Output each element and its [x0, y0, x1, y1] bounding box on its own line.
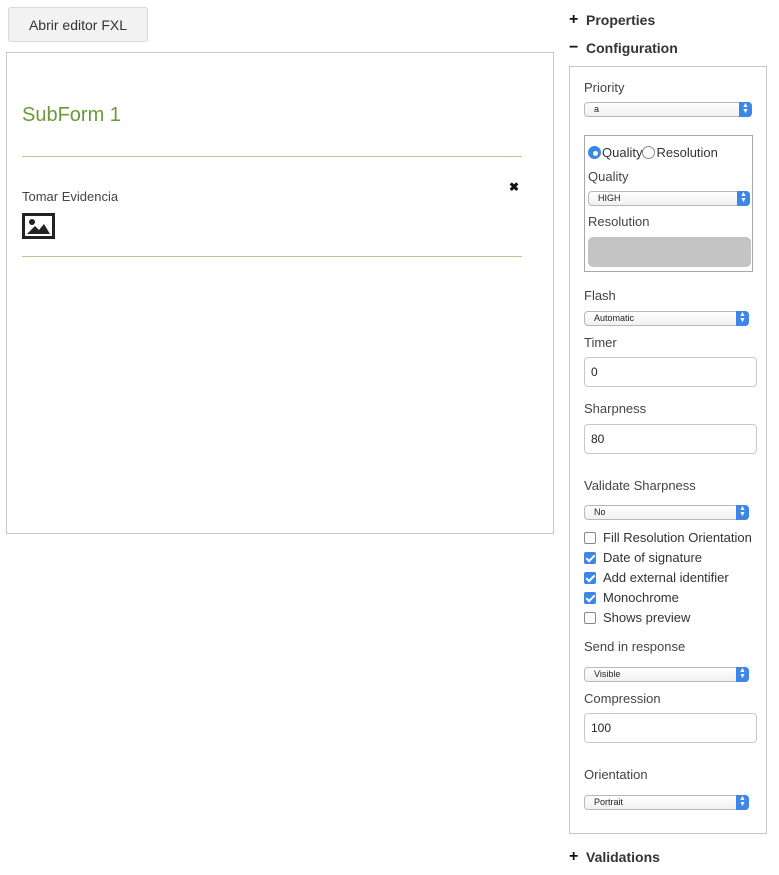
checkbox-label: Add external identifier	[603, 570, 729, 585]
subform-title: SubForm 1	[22, 104, 121, 126]
priority-label: Priority	[584, 80, 625, 95]
checkbox-add-external-identifier[interactable]: Add external identifier	[584, 570, 729, 585]
checkbox-label: Monochrome	[603, 590, 679, 605]
checkbox-label: Fill Resolution Orientation	[603, 530, 752, 545]
field-label: Tomar Evidencia	[22, 189, 119, 204]
validate-sharpness-value: No	[594, 507, 606, 517]
configuration-title: Configuration	[586, 40, 678, 56]
flash-label: Flash	[584, 288, 616, 303]
select-arrows-icon: ▲ ▼	[736, 795, 749, 810]
validations-section-header[interactable]: + Validations	[569, 848, 660, 866]
compression-label: Compression	[584, 691, 661, 706]
sharpness-label: Sharpness	[584, 401, 647, 416]
checkbox-date-of-signature[interactable]: Date of signature	[584, 550, 702, 565]
configuration-panel: Priority a ▲ ▼ Quality Resolution Quality…	[569, 66, 767, 834]
send-in-response-select[interactable]: Visible ▲ ▼	[584, 667, 749, 682]
plus-icon: +	[569, 11, 579, 28]
sharpness-input[interactable]: 80	[584, 424, 757, 454]
checkbox-label: Date of signature	[603, 550, 703, 565]
checkbox-icon[interactable]	[584, 531, 596, 544]
orientation-value: Portrait	[594, 797, 624, 807]
quality-select[interactable]: HIGH ▲ ▼	[588, 191, 750, 206]
form-canvas: SubForm 1 Tomar Evidencia ✖	[6, 52, 554, 534]
orientation-select[interactable]: Portrait ▲ ▼	[584, 795, 749, 810]
select-arrows-icon: ▲ ▼	[736, 505, 749, 520]
checkbox-icon[interactable]	[584, 551, 596, 564]
send-in-response-value: Visible	[594, 669, 621, 679]
configuration-section-header[interactable]: − Configuration	[569, 39, 678, 57]
subform-divider-top	[22, 156, 522, 157]
compression-input[interactable]: 100	[584, 713, 757, 743]
select-arrows-icon: ▲ ▼	[736, 311, 749, 326]
timer-input[interactable]: 0	[584, 357, 757, 387]
quality-label: Quality	[588, 169, 629, 184]
orientation-label: Orientation	[584, 767, 648, 782]
quality-value: HIGH	[598, 193, 621, 203]
checkbox-icon[interactable]	[584, 571, 596, 584]
radio-resolution-label: Resolution	[656, 145, 718, 160]
properties-section-header[interactable]: + Properties	[569, 11, 655, 29]
radio-quality-label: Quality	[602, 145, 643, 160]
close-icon[interactable]: ✖	[509, 180, 519, 194]
plus-icon: +	[569, 848, 579, 865]
select-arrows-icon: ▲ ▼	[736, 667, 749, 682]
select-arrows-icon: ▲ ▼	[739, 102, 752, 117]
image-icon[interactable]	[22, 213, 55, 239]
quality-resolution-group: Quality Resolution Quality HIGH ▲ ▼ Resol…	[584, 135, 753, 272]
properties-title: Properties	[586, 12, 656, 28]
validate-sharpness-label: Validate Sharpness	[584, 478, 696, 493]
minus-icon: −	[569, 39, 579, 56]
checkbox-monochrome[interactable]: Monochrome	[584, 590, 679, 605]
resolution-label: Resolution	[588, 214, 650, 229]
open-fxl-editor-button[interactable]: Abrir editor FXL	[8, 7, 148, 42]
radio-resolution[interactable]	[642, 146, 656, 159]
validations-title: Validations	[586, 849, 660, 865]
send-in-response-label: Send in response	[584, 639, 686, 654]
checkbox-label: Shows preview	[603, 610, 691, 625]
subform-divider-bottom	[22, 256, 522, 257]
resolution-field-disabled	[588, 237, 751, 267]
select-arrows-icon: ▲ ▼	[737, 191, 750, 206]
flash-value: Automatic	[594, 313, 635, 323]
validate-sharpness-select[interactable]: No ▲ ▼	[584, 505, 749, 520]
mode-radio-group: Quality Resolution	[588, 145, 718, 160]
priority-value: a	[594, 104, 600, 114]
checkbox-icon[interactable]	[584, 591, 596, 604]
checkbox-fill-resolution-orientation[interactable]: Fill Resolution Orientation	[584, 530, 752, 545]
radio-quality[interactable]	[588, 146, 601, 159]
timer-label: Timer	[584, 335, 617, 350]
checkbox-icon[interactable]	[584, 611, 596, 624]
checkbox-shows-preview[interactable]: Shows preview	[584, 610, 690, 625]
flash-select[interactable]: Automatic ▲ ▼	[584, 311, 749, 326]
priority-select[interactable]: a ▲ ▼	[584, 102, 752, 117]
